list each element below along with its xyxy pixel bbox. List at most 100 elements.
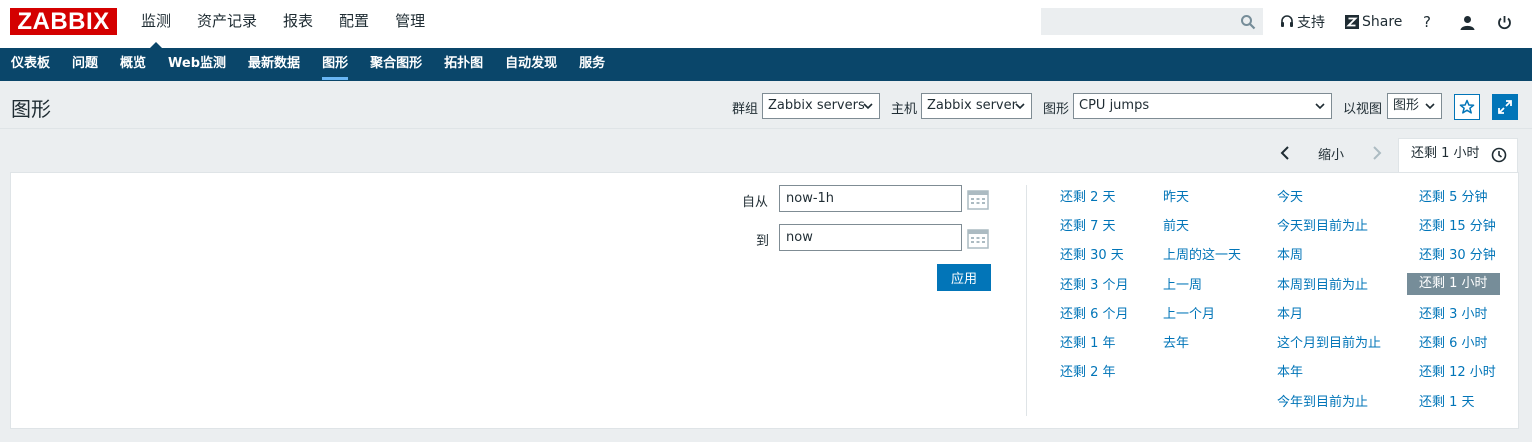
quick-range-link[interactable]: 还剩 3 小时: [1419, 306, 1488, 324]
quick-range-link[interactable]: 上周的这一天: [1163, 247, 1241, 265]
chevron-down-icon: [1315, 103, 1325, 110]
quick-range-link[interactable]: 还剩 7 天: [1060, 218, 1116, 236]
nav-item-graphs[interactable]: 图形: [311, 48, 359, 81]
quick-range-link[interactable]: 昨天: [1163, 189, 1189, 207]
logout-button[interactable]: [1497, 12, 1512, 32]
graph-select[interactable]: CPU jumps: [1073, 93, 1332, 119]
chevron-right-icon[interactable]: [1370, 145, 1384, 161]
power-icon: [1498, 15, 1511, 29]
quick-range-link[interactable]: 还剩 6 个月: [1060, 306, 1129, 324]
support-link[interactable]: 支持: [1280, 12, 1325, 32]
zabbix-logo[interactable]: ZABBIX: [10, 8, 117, 35]
quick-range-link[interactable]: 本周: [1277, 247, 1303, 265]
zoom-out-button[interactable]: 缩小: [1318, 144, 1344, 163]
quick-range-link[interactable]: 还剩 12 小时: [1419, 364, 1496, 382]
view-select-value: 图形: [1393, 98, 1420, 113]
to-input[interactable]: [779, 224, 962, 251]
view-label: 以视图: [1343, 102, 1383, 117]
apply-button[interactable]: 应用: [937, 264, 991, 291]
top-menu-reports[interactable]: 报表: [270, 0, 326, 48]
quick-range-link-selected[interactable]: 还剩 1 小时: [1407, 273, 1500, 295]
header-divider: [0, 128, 1532, 129]
chevron-down-icon: [1425, 103, 1435, 110]
nav-item-discovery[interactable]: 自动发现: [494, 48, 568, 81]
nav-item-overview[interactable]: 概览: [109, 48, 157, 81]
graph-select-value: CPU jumps: [1079, 98, 1150, 113]
quick-range-link[interactable]: 今天到目前为止: [1277, 218, 1368, 236]
page-title: 图形: [11, 97, 51, 121]
time-range-tab[interactable]: 还剩 1 小时: [1398, 138, 1518, 173]
calendar-icon[interactable]: [967, 189, 989, 211]
share-label: Share: [1362, 14, 1403, 30]
nav-item-dashboard[interactable]: 仪表板: [0, 48, 61, 81]
quick-range-link[interactable]: 上一个月: [1163, 306, 1215, 324]
quick-range-link[interactable]: 今年到目前为止: [1277, 394, 1368, 412]
host-select[interactable]: Zabbix server: [921, 93, 1032, 119]
nav-item-web[interactable]: Web监测: [157, 48, 237, 81]
group-select[interactable]: Zabbix servers: [762, 93, 880, 119]
share-link[interactable]: Share: [1345, 12, 1402, 32]
from-label: 自从: [742, 195, 769, 210]
quick-range-link[interactable]: 还剩 3 个月: [1060, 277, 1129, 295]
quick-range-link[interactable]: 去年: [1163, 335, 1189, 353]
chevron-down-icon: [1015, 103, 1025, 110]
clock-icon: [1491, 147, 1507, 163]
user-profile-button[interactable]: [1460, 12, 1475, 32]
host-label: 主机: [891, 102, 918, 117]
quick-range-link[interactable]: 还剩 5 分钟: [1419, 189, 1488, 207]
main-nav: 仪表板 问题 概览 Web监测 最新数据 图形 聚合图形 拓扑图 自动发现 服务: [0, 48, 1532, 81]
add-to-favorites-button[interactable]: [1454, 94, 1480, 120]
quick-range-link[interactable]: 本周到目前为止: [1277, 277, 1368, 295]
view-select[interactable]: 图形: [1387, 93, 1442, 119]
from-input[interactable]: [779, 185, 962, 212]
quick-range-link[interactable]: 这个月到目前为止: [1277, 335, 1381, 353]
help-icon: ?: [1423, 13, 1431, 31]
quick-range-link[interactable]: 还剩 1 年: [1060, 335, 1116, 353]
chevron-down-icon: [863, 103, 873, 110]
top-menu-configuration[interactable]: 配置: [326, 0, 382, 48]
quick-range-link[interactable]: 上一周: [1163, 277, 1202, 295]
expand-icon: [1498, 100, 1512, 114]
user-icon: [1460, 15, 1475, 30]
search-icon[interactable]: [1240, 14, 1256, 30]
search-box: [1041, 8, 1263, 35]
quick-range-link[interactable]: 还剩 6 小时: [1419, 335, 1488, 353]
help-button[interactable]: ?: [1423, 12, 1431, 32]
top-bar: ZABBIX 监测 资产记录 报表 配置 管理 支持 Share ?: [0, 0, 1532, 48]
graph-label: 图形: [1043, 102, 1070, 117]
quick-range-link[interactable]: 本年: [1277, 364, 1303, 382]
top-menu-monitoring[interactable]: 监测: [128, 0, 184, 48]
nav-item-latest-data[interactable]: 最新数据: [237, 48, 311, 81]
zabbix-share-icon: [1345, 15, 1359, 29]
group-label: 群组: [732, 102, 759, 117]
top-menu-inventory[interactable]: 资产记录: [184, 0, 270, 48]
nav-item-maps[interactable]: 拓扑图: [433, 48, 494, 81]
quick-range-link[interactable]: 今天: [1277, 189, 1303, 207]
star-icon: [1459, 99, 1475, 114]
quick-range-link[interactable]: 前天: [1163, 218, 1189, 236]
chevron-left-icon[interactable]: [1278, 145, 1292, 161]
fullscreen-button[interactable]: [1492, 94, 1518, 120]
group-select-value: Zabbix servers: [768, 98, 865, 113]
support-label: 支持: [1297, 15, 1325, 31]
time-range-tab-label: 还剩 1 小时: [1411, 146, 1480, 161]
quick-range-link[interactable]: 还剩 15 分钟: [1419, 218, 1496, 236]
quick-range-link[interactable]: 还剩 2 年: [1060, 364, 1116, 382]
quick-range-link[interactable]: 还剩 30 天: [1060, 247, 1124, 265]
nav-item-problems[interactable]: 问题: [61, 48, 109, 81]
top-menu: 监测 资产记录 报表 配置 管理: [128, 0, 438, 48]
nav-item-screens[interactable]: 聚合图形: [359, 48, 433, 81]
search-input[interactable]: [1042, 9, 1242, 34]
top-menu-administration[interactable]: 管理: [382, 0, 438, 48]
quick-range-link[interactable]: 本月: [1277, 306, 1303, 324]
quick-range-link[interactable]: 还剩 1 天: [1419, 394, 1475, 412]
quick-range-link[interactable]: 还剩 2 天: [1060, 189, 1116, 207]
nav-item-services[interactable]: 服务: [568, 48, 616, 81]
quick-range-link[interactable]: 还剩 30 分钟: [1419, 247, 1496, 265]
to-label: 到: [756, 234, 770, 249]
calendar-icon[interactable]: [967, 228, 989, 250]
headset-icon: [1281, 15, 1293, 27]
time-filter-panel: 自从 到 应用 还剩 2 天 还剩 7 天 还剩 30 天 还剩 3 个月 还剩…: [10, 172, 1519, 429]
host-select-value: Zabbix server: [927, 98, 1017, 113]
panel-divider: [1026, 185, 1027, 416]
